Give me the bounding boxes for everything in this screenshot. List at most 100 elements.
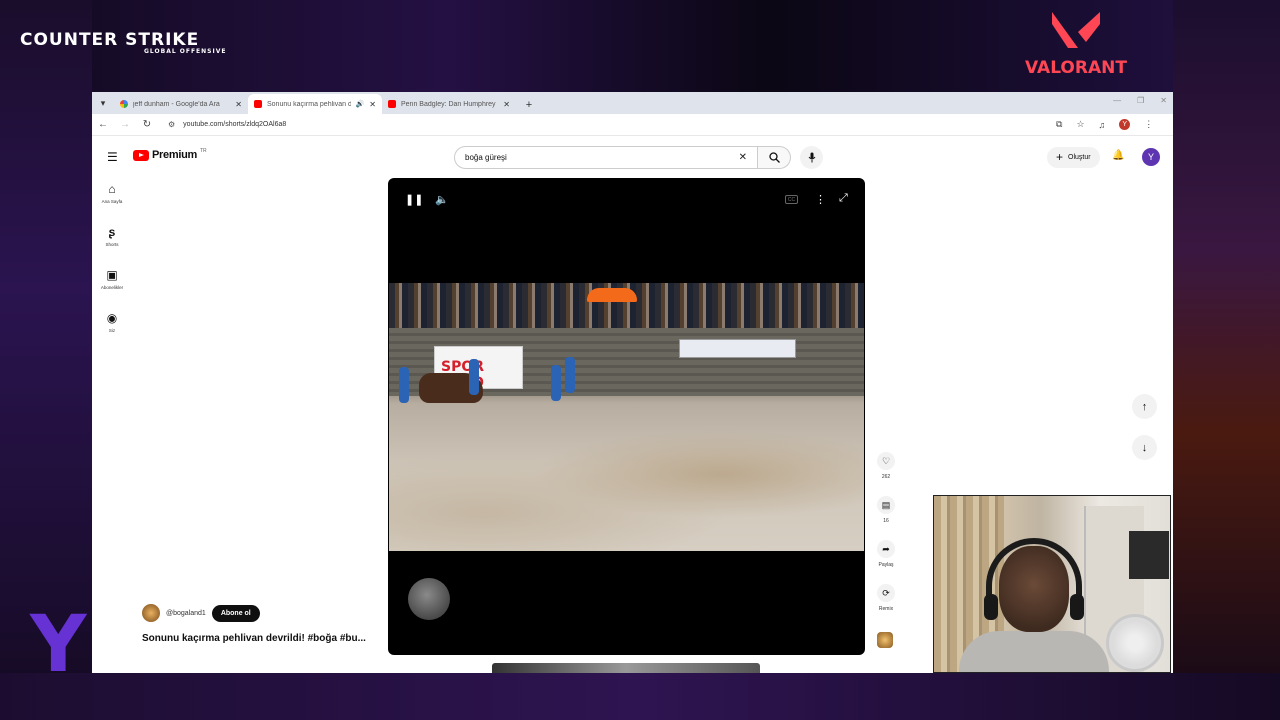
next-short-button[interactable]: ↓	[1132, 435, 1157, 460]
back-icon[interactable]: ←	[98, 119, 108, 130]
share-label: Paylaş	[878, 562, 894, 568]
profile-avatar[interactable]: Y	[1119, 119, 1131, 130]
tab-title: Sonunu kaçırma pehlivan d...	[267, 100, 351, 108]
guide-label: Siz	[108, 328, 116, 333]
tab-strip: ▾ jeff dunham - Google'da Ara ✕ Sonunu k…	[92, 92, 1173, 114]
hamburger-menu-icon[interactable]: ☰	[107, 150, 118, 164]
close-icon[interactable]: ✕	[235, 100, 242, 109]
minimize-icon[interactable]: —	[1113, 96, 1121, 105]
bookmark-star-icon[interactable]: ☆	[1076, 119, 1084, 130]
shorts-player[interactable]: ❚❚ 🔈 CC ⋮ ⤢ SPOR TOTO	[388, 178, 865, 655]
video-umbrella	[587, 288, 637, 302]
next-short-preview	[492, 663, 760, 673]
fullscreen-icon[interactable]: ⤢	[839, 192, 848, 205]
menu-dots-icon[interactable]: ⋮	[1144, 119, 1153, 130]
guide-item-shorts[interactable]: ʂ Shorts	[92, 225, 132, 268]
youtube-play-icon	[133, 149, 149, 161]
youtube-favicon-icon	[254, 100, 262, 108]
subscriptions-icon: ▣	[106, 268, 118, 282]
plus-icon: +	[1056, 150, 1064, 164]
arrow-up-icon: ↑	[1141, 400, 1148, 413]
youtube-logo[interactable]: Premium TR	[133, 148, 207, 161]
short-title[interactable]: Sonunu kaçırma pehlivan devrildi! #boğa …	[142, 633, 366, 644]
voice-search-button[interactable]	[800, 146, 823, 169]
notifications-bell-icon[interactable]: 🔔	[1112, 150, 1124, 161]
share-action[interactable]: ➦ Paylaş	[872, 540, 900, 584]
counter-strike-logo: COUNTER STRIKE GLOBAL OFFENSIVE	[20, 30, 226, 55]
tab-google-search[interactable]: jeff dunham - Google'da Ara ✕	[114, 94, 248, 114]
remix-label: Remix	[878, 606, 894, 612]
comment-icon: ▤	[877, 496, 895, 514]
pause-icon[interactable]: ❚❚	[405, 193, 423, 206]
channel-avatar[interactable]	[142, 604, 160, 622]
media-controls-icon[interactable]: ♫	[1099, 120, 1106, 130]
reload-icon[interactable]: ↻	[142, 119, 152, 130]
share-icon: ➦	[877, 540, 895, 558]
restore-icon[interactable]: ❐	[1137, 96, 1144, 105]
speaker-icon[interactable]: 🔊	[356, 100, 365, 108]
create-label: Oluştur	[1068, 154, 1091, 161]
guide-item-home[interactable]: ⌂ Ana Sayfa	[92, 182, 132, 225]
search-icon	[768, 152, 780, 163]
video-frame: SPOR TOTO	[389, 283, 864, 551]
video-person	[469, 359, 479, 395]
clear-search-icon[interactable]: ✕	[739, 152, 747, 163]
captions-icon[interactable]: CC	[785, 195, 798, 204]
cs-logo-sub: GLOBAL OFFENSIVE	[144, 48, 227, 55]
new-tab-icon[interactable]: +	[520, 99, 538, 114]
search-input[interactable]: boğa güreşi ✕	[454, 146, 758, 169]
guide-item-you[interactable]: ◉ Siz	[92, 311, 132, 354]
seek-thumb-blur	[408, 578, 450, 620]
valorant-wordmark: VALORANT	[1025, 58, 1127, 78]
previous-short-button[interactable]: ↑	[1132, 394, 1157, 419]
volume-icon[interactable]: 🔈	[435, 193, 449, 206]
search-query: boğa güreşi	[465, 153, 507, 162]
valorant-logo: VALORANT	[1016, 10, 1136, 78]
window-controls: — ❐ ✕	[1113, 96, 1167, 105]
close-icon[interactable]: ✕	[503, 100, 510, 109]
account-avatar[interactable]: Y	[1142, 148, 1160, 166]
tab-title: Penn Badgley: Dan Humphrey ...	[401, 100, 499, 108]
video-ground	[389, 423, 864, 551]
stream-overlay-bottom	[0, 673, 1280, 720]
forward-icon[interactable]: →	[120, 119, 130, 130]
channel-row: @bogaland1 Abone ol	[142, 604, 260, 622]
video-person	[399, 367, 409, 403]
tab-penn-badgley[interactable]: Penn Badgley: Dan Humphrey ... ✕	[382, 94, 516, 114]
like-heart-icon: ♡	[877, 452, 895, 470]
comment-action[interactable]: ▤ 16	[872, 496, 900, 540]
tab-search-icon[interactable]: ▾	[92, 92, 114, 114]
youtube-favicon-icon	[388, 100, 396, 108]
webcam-monitor	[1129, 531, 1169, 579]
country-code: TR	[199, 148, 207, 154]
streamer-mark: Y	[30, 600, 87, 690]
close-window-icon[interactable]: ✕	[1160, 96, 1167, 105]
guide-item-subscriptions[interactable]: ▣ Abonelikler	[92, 268, 132, 311]
headset-ear-left	[984, 594, 998, 620]
stream-overlay-right	[1173, 0, 1280, 720]
streamer-webcam	[933, 495, 1171, 673]
valorant-mark-icon	[1052, 12, 1100, 48]
shorts-icon: ʂ	[108, 225, 116, 239]
tab-youtube-short[interactable]: Sonunu kaçırma pehlivan d... 🔊 ✕	[248, 94, 382, 114]
like-count: 262	[881, 474, 891, 480]
url-field[interactable]: ⚙ youtube.com/shorts/zldq2OAl6a8	[164, 116, 1044, 133]
search-button[interactable]	[758, 146, 791, 169]
guide-label: Shorts	[105, 242, 119, 247]
more-options-icon[interactable]: ⋮	[815, 193, 826, 206]
guide-label: Ana Sayfa	[101, 199, 123, 204]
sound-thumbnail[interactable]	[877, 632, 893, 648]
create-button[interactable]: + Oluştur	[1047, 147, 1100, 168]
install-app-icon[interactable]: ⧉	[1056, 119, 1062, 130]
close-icon[interactable]: ✕	[369, 100, 376, 109]
google-favicon-icon	[120, 100, 128, 108]
cs-logo-main: COUNTER STRIKE	[20, 30, 200, 50]
like-action[interactable]: ♡ 262	[872, 452, 900, 496]
remix-action[interactable]: ⟳ Remix	[872, 584, 900, 628]
url-text: youtube.com/shorts/zldq2OAl6a8	[183, 121, 287, 128]
video-person	[565, 357, 575, 393]
site-info-icon[interactable]: ⚙	[168, 120, 175, 129]
channel-handle[interactable]: @bogaland1	[166, 610, 206, 617]
webcam-fan	[1106, 614, 1164, 672]
subscribe-button[interactable]: Abone ol	[211, 604, 260, 622]
